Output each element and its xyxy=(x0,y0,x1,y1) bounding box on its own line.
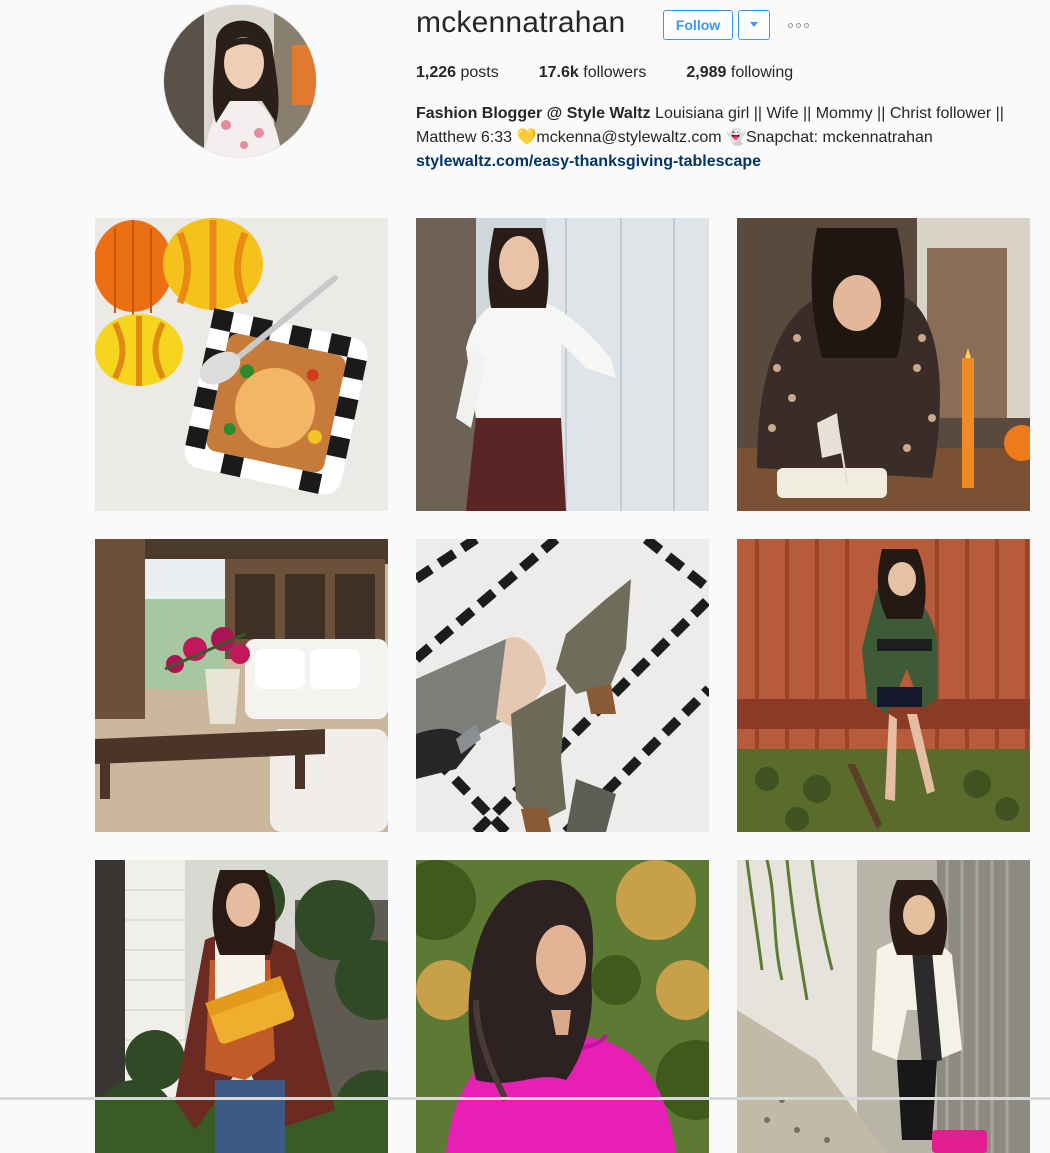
following-count-label: following xyxy=(730,64,794,81)
post-thumbnail[interactable] xyxy=(737,860,1030,1153)
profile-bio: Fashion Blogger @ Style Waltz Louisiana … xyxy=(416,102,1026,174)
posts-count: 1,226 posts xyxy=(416,64,499,82)
followers-count-label: followers xyxy=(583,64,647,81)
profile-stats: 1,226 posts 17.6k followers 2,989 follow… xyxy=(416,64,833,82)
ellipsis-icon xyxy=(795,22,801,28)
post-thumbnail[interactable] xyxy=(416,218,709,511)
more-options-button[interactable] xyxy=(783,13,813,37)
following-count[interactable]: 2,989 following xyxy=(686,64,793,82)
post-thumbnail[interactable] xyxy=(416,539,709,832)
posts-grid xyxy=(95,218,1030,1153)
bio-website-link[interactable]: stylewaltz.com/easy-thanksgiving-tablesc… xyxy=(416,153,761,170)
posts-count-value: 1,226 xyxy=(416,64,457,81)
follow-button[interactable]: Follow xyxy=(663,10,733,40)
post-thumbnail[interactable] xyxy=(95,218,388,511)
followers-count[interactable]: 17.6k followers xyxy=(539,64,647,82)
followers-count-value: 17.6k xyxy=(538,64,579,81)
post-thumbnail[interactable] xyxy=(416,860,709,1153)
bio-snapchat: Snapchat: mckennatrahan xyxy=(745,129,933,146)
following-count-value: 2,989 xyxy=(686,64,727,81)
posts-count-label: posts xyxy=(460,64,499,81)
ellipsis-icon xyxy=(787,22,793,28)
chevron-down-icon xyxy=(750,22,758,27)
post-thumbnail[interactable] xyxy=(95,860,388,1153)
post-thumbnail[interactable] xyxy=(95,539,388,832)
bio-email: mckenna@stylewaltz.com xyxy=(536,129,727,146)
post-thumbnail[interactable] xyxy=(737,539,1030,832)
follow-dropdown-button[interactable] xyxy=(738,10,770,40)
profile-avatar[interactable] xyxy=(164,5,316,157)
post-thumbnail[interactable] xyxy=(737,218,1030,511)
yellow-heart-icon: 💛 xyxy=(516,129,537,146)
bio-name: Fashion Blogger @ Style Waltz xyxy=(416,105,651,122)
ghost-icon: 👻 xyxy=(726,129,746,146)
profile-header: mckennatrahan Follow 1,226 posts 17.6k f… xyxy=(0,0,1050,200)
ellipsis-icon xyxy=(803,22,809,28)
profile-username: mckennatrahan xyxy=(416,6,626,39)
